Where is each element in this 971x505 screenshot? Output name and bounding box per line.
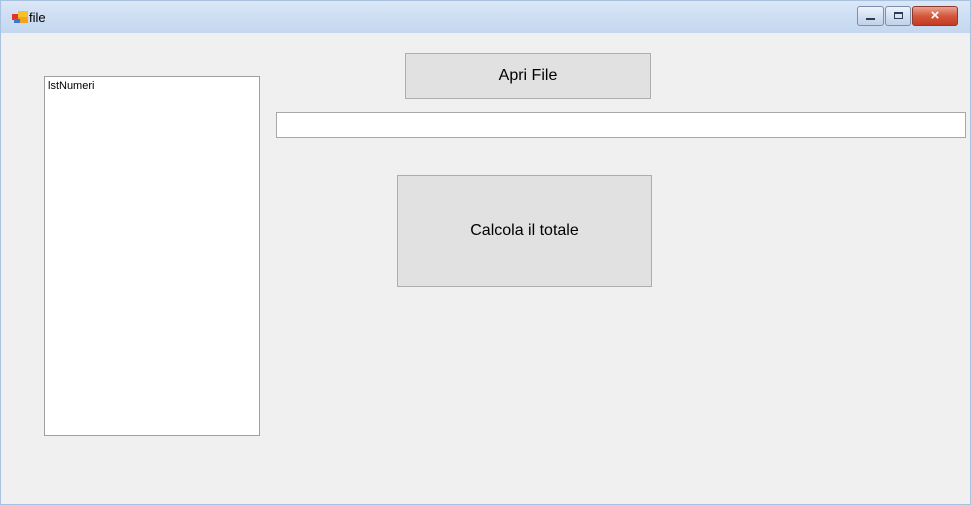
window-title: file: [29, 10, 46, 25]
maximize-icon: [894, 12, 903, 19]
open-file-button[interactable]: Apri File: [405, 53, 651, 99]
numbers-listbox[interactable]: lstNumeri: [44, 76, 260, 436]
form-window: file × lstNumeri Apri File Calcola il to…: [0, 0, 971, 505]
compute-total-button[interactable]: Calcola il totale: [397, 175, 652, 287]
app-icon: [12, 11, 28, 23]
file-path-textbox[interactable]: [276, 112, 966, 138]
title-bar[interactable]: file ×: [1, 1, 970, 33]
list-item[interactable]: lstNumeri: [48, 80, 94, 92]
close-button[interactable]: ×: [912, 6, 958, 26]
minimize-icon: [866, 18, 875, 20]
close-icon: ×: [930, 7, 940, 24]
minimize-button[interactable]: [857, 6, 884, 26]
maximize-button[interactable]: [885, 6, 911, 26]
